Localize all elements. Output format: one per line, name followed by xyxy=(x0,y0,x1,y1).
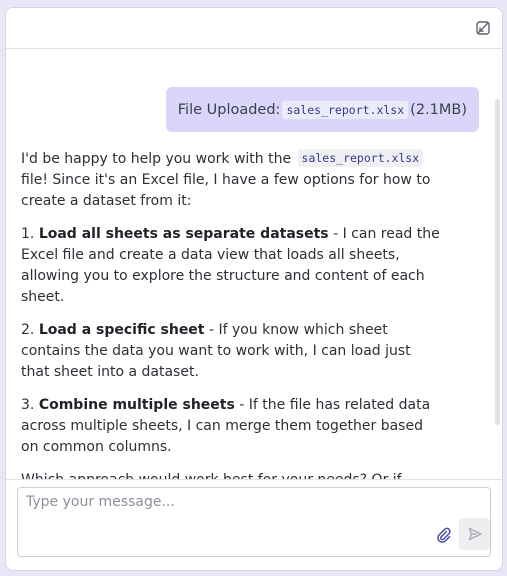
assistant-closing: Which approach would work best for your … xyxy=(21,470,441,479)
assistant-intro: I'd be happy to help you work with the s… xyxy=(21,149,441,212)
intro-text-2: file! Since it's an Excel file, I have a… xyxy=(21,172,431,209)
assistant-message: I'd be happy to help you work with the s… xyxy=(21,149,441,479)
send-button[interactable] xyxy=(459,518,490,550)
scrollbar[interactable] xyxy=(495,49,500,479)
chat-header xyxy=(6,8,502,49)
option-item: 3. Combine multiple sheets - If the file… xyxy=(21,395,441,458)
user-message: File Uploaded: sales_report.xlsx (2.1MB) xyxy=(165,87,479,132)
send-icon xyxy=(468,527,482,541)
option-title: Load all sheets as separate datasets xyxy=(38,226,329,242)
message-input[interactable] xyxy=(18,488,434,556)
intro-text: I'd be happy to help you work with the xyxy=(21,151,292,167)
message-list[interactable]: File Uploaded: sales_report.xlsx (2.1MB)… xyxy=(6,49,502,479)
upload-size: (2.1MB) xyxy=(410,101,467,118)
option-number: 3. xyxy=(21,397,35,413)
collapse-button[interactable] xyxy=(474,19,492,37)
attach-button[interactable] xyxy=(436,526,452,544)
uploaded-filename: sales_report.xlsx xyxy=(282,100,409,119)
option-number: 1. xyxy=(21,226,35,242)
composer xyxy=(6,479,502,570)
option-item: 2. Load a specific sheet - If you know w… xyxy=(21,320,441,383)
message-input-box xyxy=(17,487,491,557)
scrollbar-thumb[interactable] xyxy=(495,99,500,425)
chat-window: File Uploaded: sales_report.xlsx (2.1MB)… xyxy=(5,7,503,571)
upload-prefix: File Uploaded: xyxy=(177,101,281,118)
option-number: 2. xyxy=(21,322,35,338)
intro-filename: sales_report.xlsx xyxy=(297,149,424,167)
paperclip-icon xyxy=(437,527,451,543)
option-item: 1. Load all sheets as separate datasets … xyxy=(21,224,441,308)
option-title: Load a specific sheet xyxy=(38,322,205,338)
collapse-icon xyxy=(476,21,490,35)
option-title: Combine multiple sheets xyxy=(38,397,235,413)
